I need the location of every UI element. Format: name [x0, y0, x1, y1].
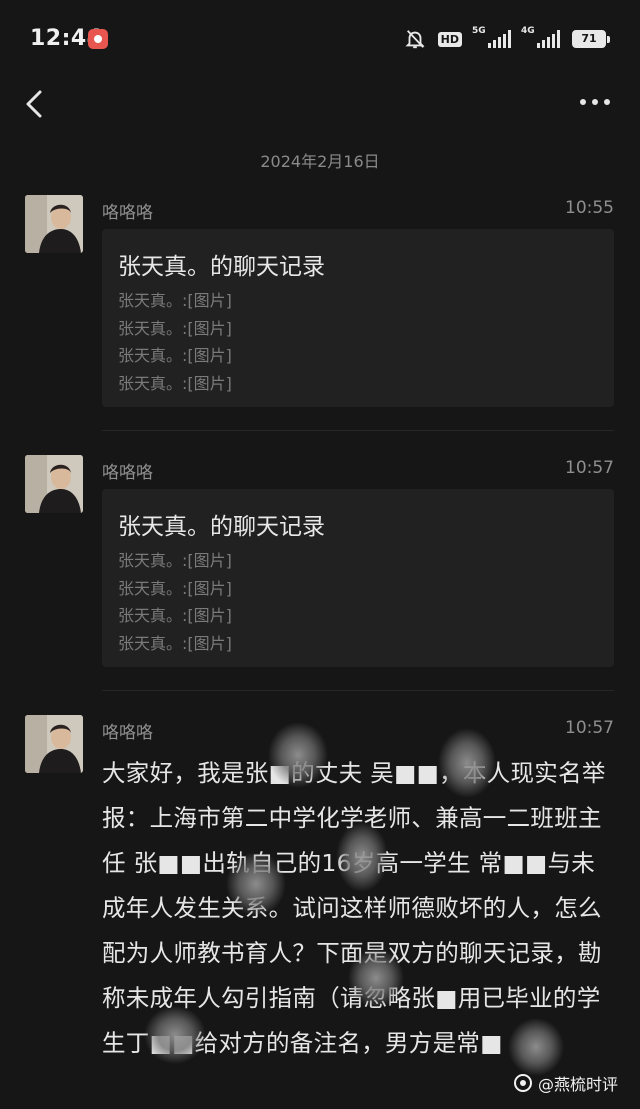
record-title: 张天真。的聊天记录 [118, 514, 325, 540]
mute-bell-icon [405, 30, 425, 49]
more-options-icon[interactable] [580, 92, 614, 112]
sender-name: 咯咯咯 [102, 203, 153, 223]
sender-name: 咯咯咯 [102, 723, 153, 743]
message-time: 10:57 [565, 458, 614, 478]
record-line: 张天真。:[图片] [118, 291, 232, 310]
redaction-blur [268, 722, 328, 788]
watermark-logo-icon [513, 1074, 532, 1092]
status-icons: HD 5G 4G 71 [404, 26, 610, 52]
forwarded-chat-record-card[interactable]: 张天真。的聊天记录 张天真。:[图片] 张天真。:[图片] 张天真。:[图片] … [102, 489, 614, 667]
status-bar: 12:44 HD 5G 4G 71 [0, 0, 640, 80]
chat-message: 咯咯咯 10:55 张天真。的聊天记录 张天真。:[图片] 张天真。:[图片] … [0, 195, 640, 415]
redaction-blur [438, 728, 496, 798]
message-divider [102, 430, 614, 431]
record-title: 张天真。的聊天记录 [118, 254, 325, 280]
message-time: 10:55 [565, 198, 614, 218]
record-line: 张天真。:[图片] [118, 318, 232, 338]
chat-message: 咯咯咯 10:57 张天真。的聊天记录 张天真。:[图片] 张天真。:[图片] … [0, 455, 640, 675]
record-line: 张天真。:[图片] [118, 633, 232, 653]
avatar[interactable] [25, 195, 83, 253]
sender-name: 咯咯咯 [102, 463, 153, 483]
watermark: @燕梳时评 [513, 1071, 618, 1095]
back-arrow-icon[interactable] [18, 84, 52, 124]
watermark-text: @燕梳时评 [537, 1075, 618, 1094]
redaction-blur [336, 822, 388, 892]
message-divider [102, 690, 614, 691]
date-separator: 2024年2月16日 [260, 152, 380, 171]
redaction-blur [508, 1018, 564, 1076]
signal-5g-icon: 5G [472, 26, 511, 48]
avatar[interactable] [25, 455, 83, 513]
redaction-blur [144, 1006, 206, 1064]
record-line: 张天真。:[图片] [118, 606, 232, 625]
battery-level: 71 [572, 30, 606, 48]
record-line: 张天真。:[图片] [118, 346, 232, 365]
signal-4g-icon: 4G [521, 26, 560, 48]
record-line: 张天真。:[图片] [118, 551, 232, 570]
record-line: 张天真。:[图片] [118, 373, 232, 393]
message-time: 10:57 [565, 718, 614, 738]
forwarded-chat-record-card[interactable]: 张天真。的聊天记录 张天真。:[图片] 张天真。:[图片] 张天真。:[图片] … [102, 229, 614, 407]
record-line: 张天真。:[图片] [118, 578, 232, 598]
redaction-blur [348, 948, 404, 1008]
battery-icon: 71 [572, 30, 610, 48]
avatar[interactable] [25, 715, 83, 773]
hd-voice-icon: HD [437, 31, 462, 47]
redaction-blur [226, 852, 286, 916]
screen-record-icon [88, 29, 108, 49]
